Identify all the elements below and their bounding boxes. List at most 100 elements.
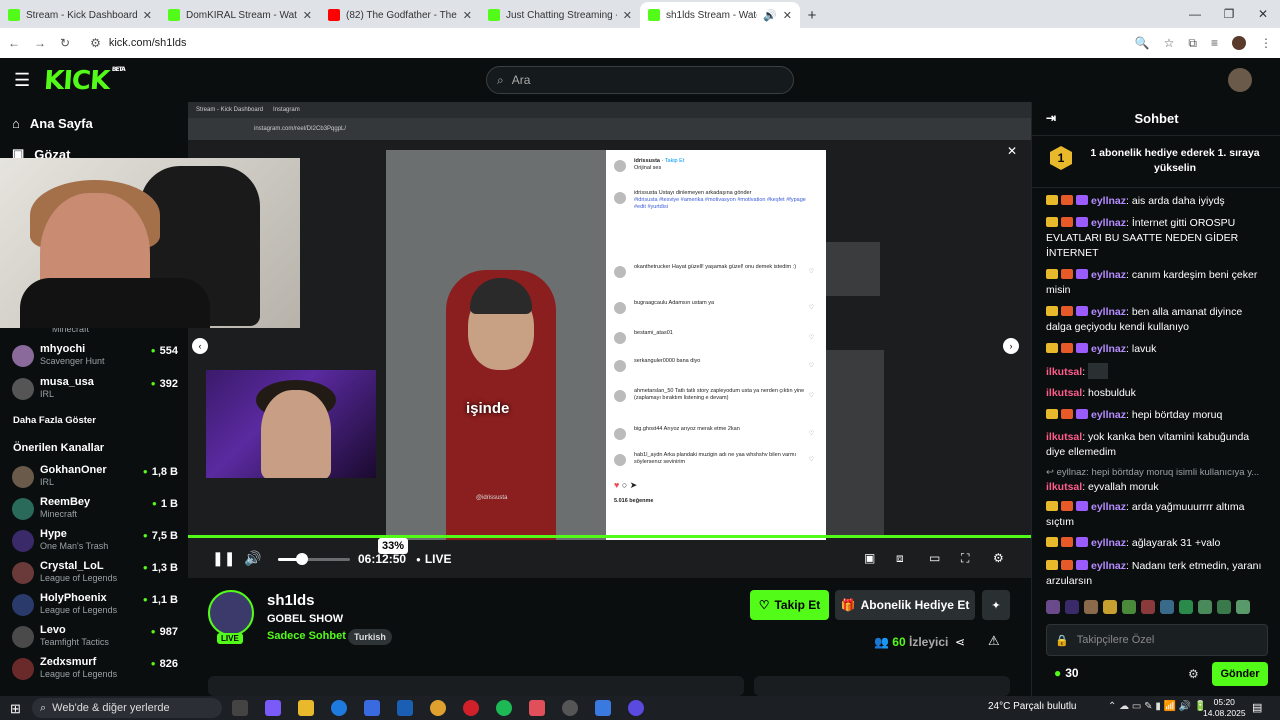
emote-icon[interactable] bbox=[1065, 600, 1079, 614]
report-icon[interactable]: ⚠ bbox=[988, 633, 1000, 649]
gift-leaderboard-banner[interactable]: 1 1 abonelik hediye ederek 1. sıraya yük… bbox=[1032, 136, 1280, 188]
app-icon[interactable] bbox=[595, 700, 611, 716]
share-icon[interactable]: ⋖ bbox=[955, 635, 965, 649]
emote-icon[interactable] bbox=[1160, 600, 1174, 614]
browser-menu-icon[interactable]: ⋮ bbox=[1260, 36, 1272, 50]
settings-gear-icon[interactable]: ⚙ bbox=[993, 551, 1004, 565]
browser-tab[interactable]: Just Chatting Streaming - Live S✕ bbox=[480, 2, 640, 28]
followed-channel[interactable]: mhyochi Scavenger Hunt 554 bbox=[12, 343, 178, 373]
close-tab-icon[interactable]: ✕ bbox=[783, 9, 792, 22]
zoom-icon[interactable]: 🔍 bbox=[1135, 36, 1150, 50]
emote-icon[interactable] bbox=[1122, 600, 1136, 614]
video-player[interactable]: Stream - Kick Dashboard Instagram instagr… bbox=[188, 102, 1031, 578]
profile-avatar-icon[interactable] bbox=[1232, 36, 1246, 50]
copilot-icon[interactable] bbox=[265, 700, 281, 716]
like-icon[interactable]: ♡ bbox=[809, 268, 814, 275]
volume-slider[interactable]: 33% bbox=[278, 538, 409, 565]
recommended-channel[interactable]: GokhanOnerIRL1,8 B bbox=[12, 464, 178, 494]
site-info-icon[interactable]: ⚙ bbox=[90, 36, 101, 50]
notification-icon[interactable]: ▤ bbox=[1252, 701, 1262, 714]
nav-home[interactable]: ⌂ Ana Sayfa bbox=[12, 116, 93, 131]
language-tag[interactable]: Turkish bbox=[348, 629, 392, 645]
system-tray-icons[interactable]: ⌃ ☁ ▭ ✎ ▮ 📶 🔊 🔋 bbox=[1108, 701, 1207, 712]
chat-settings-gear-icon[interactable]: ⚙ bbox=[1188, 667, 1199, 681]
emote-icon[interactable] bbox=[1141, 600, 1155, 614]
emote-icon[interactable] bbox=[1198, 600, 1212, 614]
windows-start-icon[interactable]: ⊞ bbox=[10, 701, 21, 717]
search-input[interactable]: ⌕ Ara bbox=[486, 66, 794, 94]
minimize-icon[interactable]: — bbox=[1178, 0, 1212, 28]
like-icon[interactable]: ♡ bbox=[809, 362, 814, 369]
recommended-channel[interactable]: LevoTeamfight Tactics987 bbox=[12, 624, 178, 654]
stream-progress-bar[interactable] bbox=[188, 535, 1031, 538]
emote-icon[interactable] bbox=[1217, 600, 1231, 614]
theater-mode-icon[interactable]: ▭ bbox=[929, 551, 940, 565]
more-actions-button[interactable]: ✦ bbox=[982, 590, 1010, 620]
like-icon[interactable]: ♡ bbox=[809, 430, 814, 437]
send-button[interactable]: Gönder bbox=[1212, 662, 1268, 686]
pause-icon[interactable]: ❚❚ bbox=[212, 550, 235, 567]
edge-icon[interactable] bbox=[331, 700, 347, 716]
close-tab-icon[interactable]: ✕ bbox=[463, 9, 472, 22]
chrome-icon[interactable] bbox=[430, 700, 446, 716]
browser-tab[interactable]: Stream - Kick Dashboard ✕ bbox=[0, 2, 160, 28]
gift-subscription-button[interactable]: 🎁 Abonelik Hediye Et bbox=[835, 590, 975, 620]
browser-tab-active[interactable]: sh1lds Stream - Watch Live🔊✕ bbox=[640, 2, 800, 28]
collapse-chat-icon[interactable]: ⇥ bbox=[1046, 111, 1056, 125]
back-icon[interactable]: ← bbox=[8, 36, 20, 50]
channel-points[interactable]: 30 bbox=[1054, 666, 1078, 680]
opera-icon[interactable] bbox=[463, 700, 479, 716]
reload-icon[interactable]: ↻ bbox=[60, 36, 70, 50]
forward-icon[interactable]: → bbox=[34, 36, 46, 50]
chat-input[interactable]: 🔒 Takipçilere Özel bbox=[1046, 624, 1268, 656]
followed-channel[interactable]: musa_usa IRL 392 bbox=[12, 376, 178, 406]
close-tab-icon[interactable]: ✕ bbox=[623, 9, 632, 22]
store-icon[interactable] bbox=[364, 700, 380, 716]
close-tab-icon[interactable]: ✕ bbox=[143, 9, 152, 22]
app-icon[interactable] bbox=[628, 700, 644, 716]
emote-icon[interactable] bbox=[1046, 600, 1060, 614]
recommended-channel[interactable]: ZedxsmurfLeague of Legends826 bbox=[12, 656, 178, 686]
emote-icon[interactable] bbox=[1103, 600, 1117, 614]
restore-icon[interactable]: ❐ bbox=[1212, 0, 1246, 28]
like-icon[interactable]: ♡ bbox=[809, 456, 814, 463]
close-tab-icon[interactable]: ✕ bbox=[303, 9, 312, 22]
kick-logo[interactable]: KICK BETA bbox=[43, 66, 125, 96]
file-explorer-icon[interactable] bbox=[298, 700, 314, 716]
user-avatar[interactable] bbox=[1228, 68, 1252, 92]
mini-player-icon[interactable]: ▣ bbox=[864, 551, 875, 565]
volume-icon[interactable]: 🔊 bbox=[244, 550, 261, 567]
weather-widget[interactable]: 24°C Parçalı bulutlu bbox=[988, 701, 1077, 712]
close-window-icon[interactable]: ✕ bbox=[1246, 0, 1280, 28]
browser-tab[interactable]: DomKIRAL Stream - Watch Live✕ bbox=[160, 2, 320, 28]
recommended-channel[interactable]: HypeOne Man's Trash7,5 B bbox=[12, 528, 178, 558]
bookmark-star-icon[interactable]: ☆ bbox=[1164, 36, 1175, 50]
app-icon[interactable] bbox=[529, 700, 545, 716]
extensions-icon[interactable]: ⧉ bbox=[1188, 36, 1197, 51]
show-more-link[interactable]: Daha Fazla Göster bbox=[13, 415, 96, 426]
task-view-icon[interactable] bbox=[232, 700, 248, 716]
media-control-icon[interactable]: ≡ bbox=[1211, 36, 1218, 50]
taskbar-search[interactable]: ⌕ Web'de & diğer yerlerde bbox=[32, 698, 222, 718]
app-icon[interactable] bbox=[562, 700, 578, 716]
volume-slider-handle[interactable] bbox=[295, 553, 308, 565]
like-icon[interactable]: ♡ bbox=[809, 334, 814, 341]
emote-icon[interactable] bbox=[1084, 600, 1098, 614]
like-icon[interactable]: ♡ bbox=[809, 304, 814, 311]
hamburger-menu-icon[interactable]: ☰ bbox=[14, 70, 30, 91]
clip-icon[interactable]: ⧈ bbox=[896, 551, 904, 566]
recommended-channel[interactable]: ReemBeyMinecraft1 B bbox=[12, 496, 178, 526]
url-field[interactable]: ⚙ kick.com/sh1lds bbox=[84, 31, 1121, 55]
follow-button[interactable]: ♡ Takip Et bbox=[750, 590, 829, 620]
spotify-icon[interactable] bbox=[496, 700, 512, 716]
streamer-avatar[interactable] bbox=[208, 590, 254, 636]
outlook-icon[interactable] bbox=[397, 700, 413, 716]
speaker-icon[interactable]: 🔊 bbox=[763, 9, 777, 22]
taskbar-clock[interactable]: 05:20 14.08.2025 bbox=[1203, 697, 1246, 719]
stream-category[interactable]: Sadece Sohbet bbox=[267, 630, 346, 642]
like-icon[interactable]: ♡ bbox=[809, 392, 814, 399]
recommended-channel[interactable]: HolyPhoenixLeague of Legends1,1 B bbox=[12, 592, 178, 622]
fullscreen-icon[interactable]: ⛶ bbox=[961, 551, 969, 566]
new-tab-button[interactable]: + bbox=[800, 2, 824, 28]
emote-icon[interactable] bbox=[1236, 600, 1250, 614]
